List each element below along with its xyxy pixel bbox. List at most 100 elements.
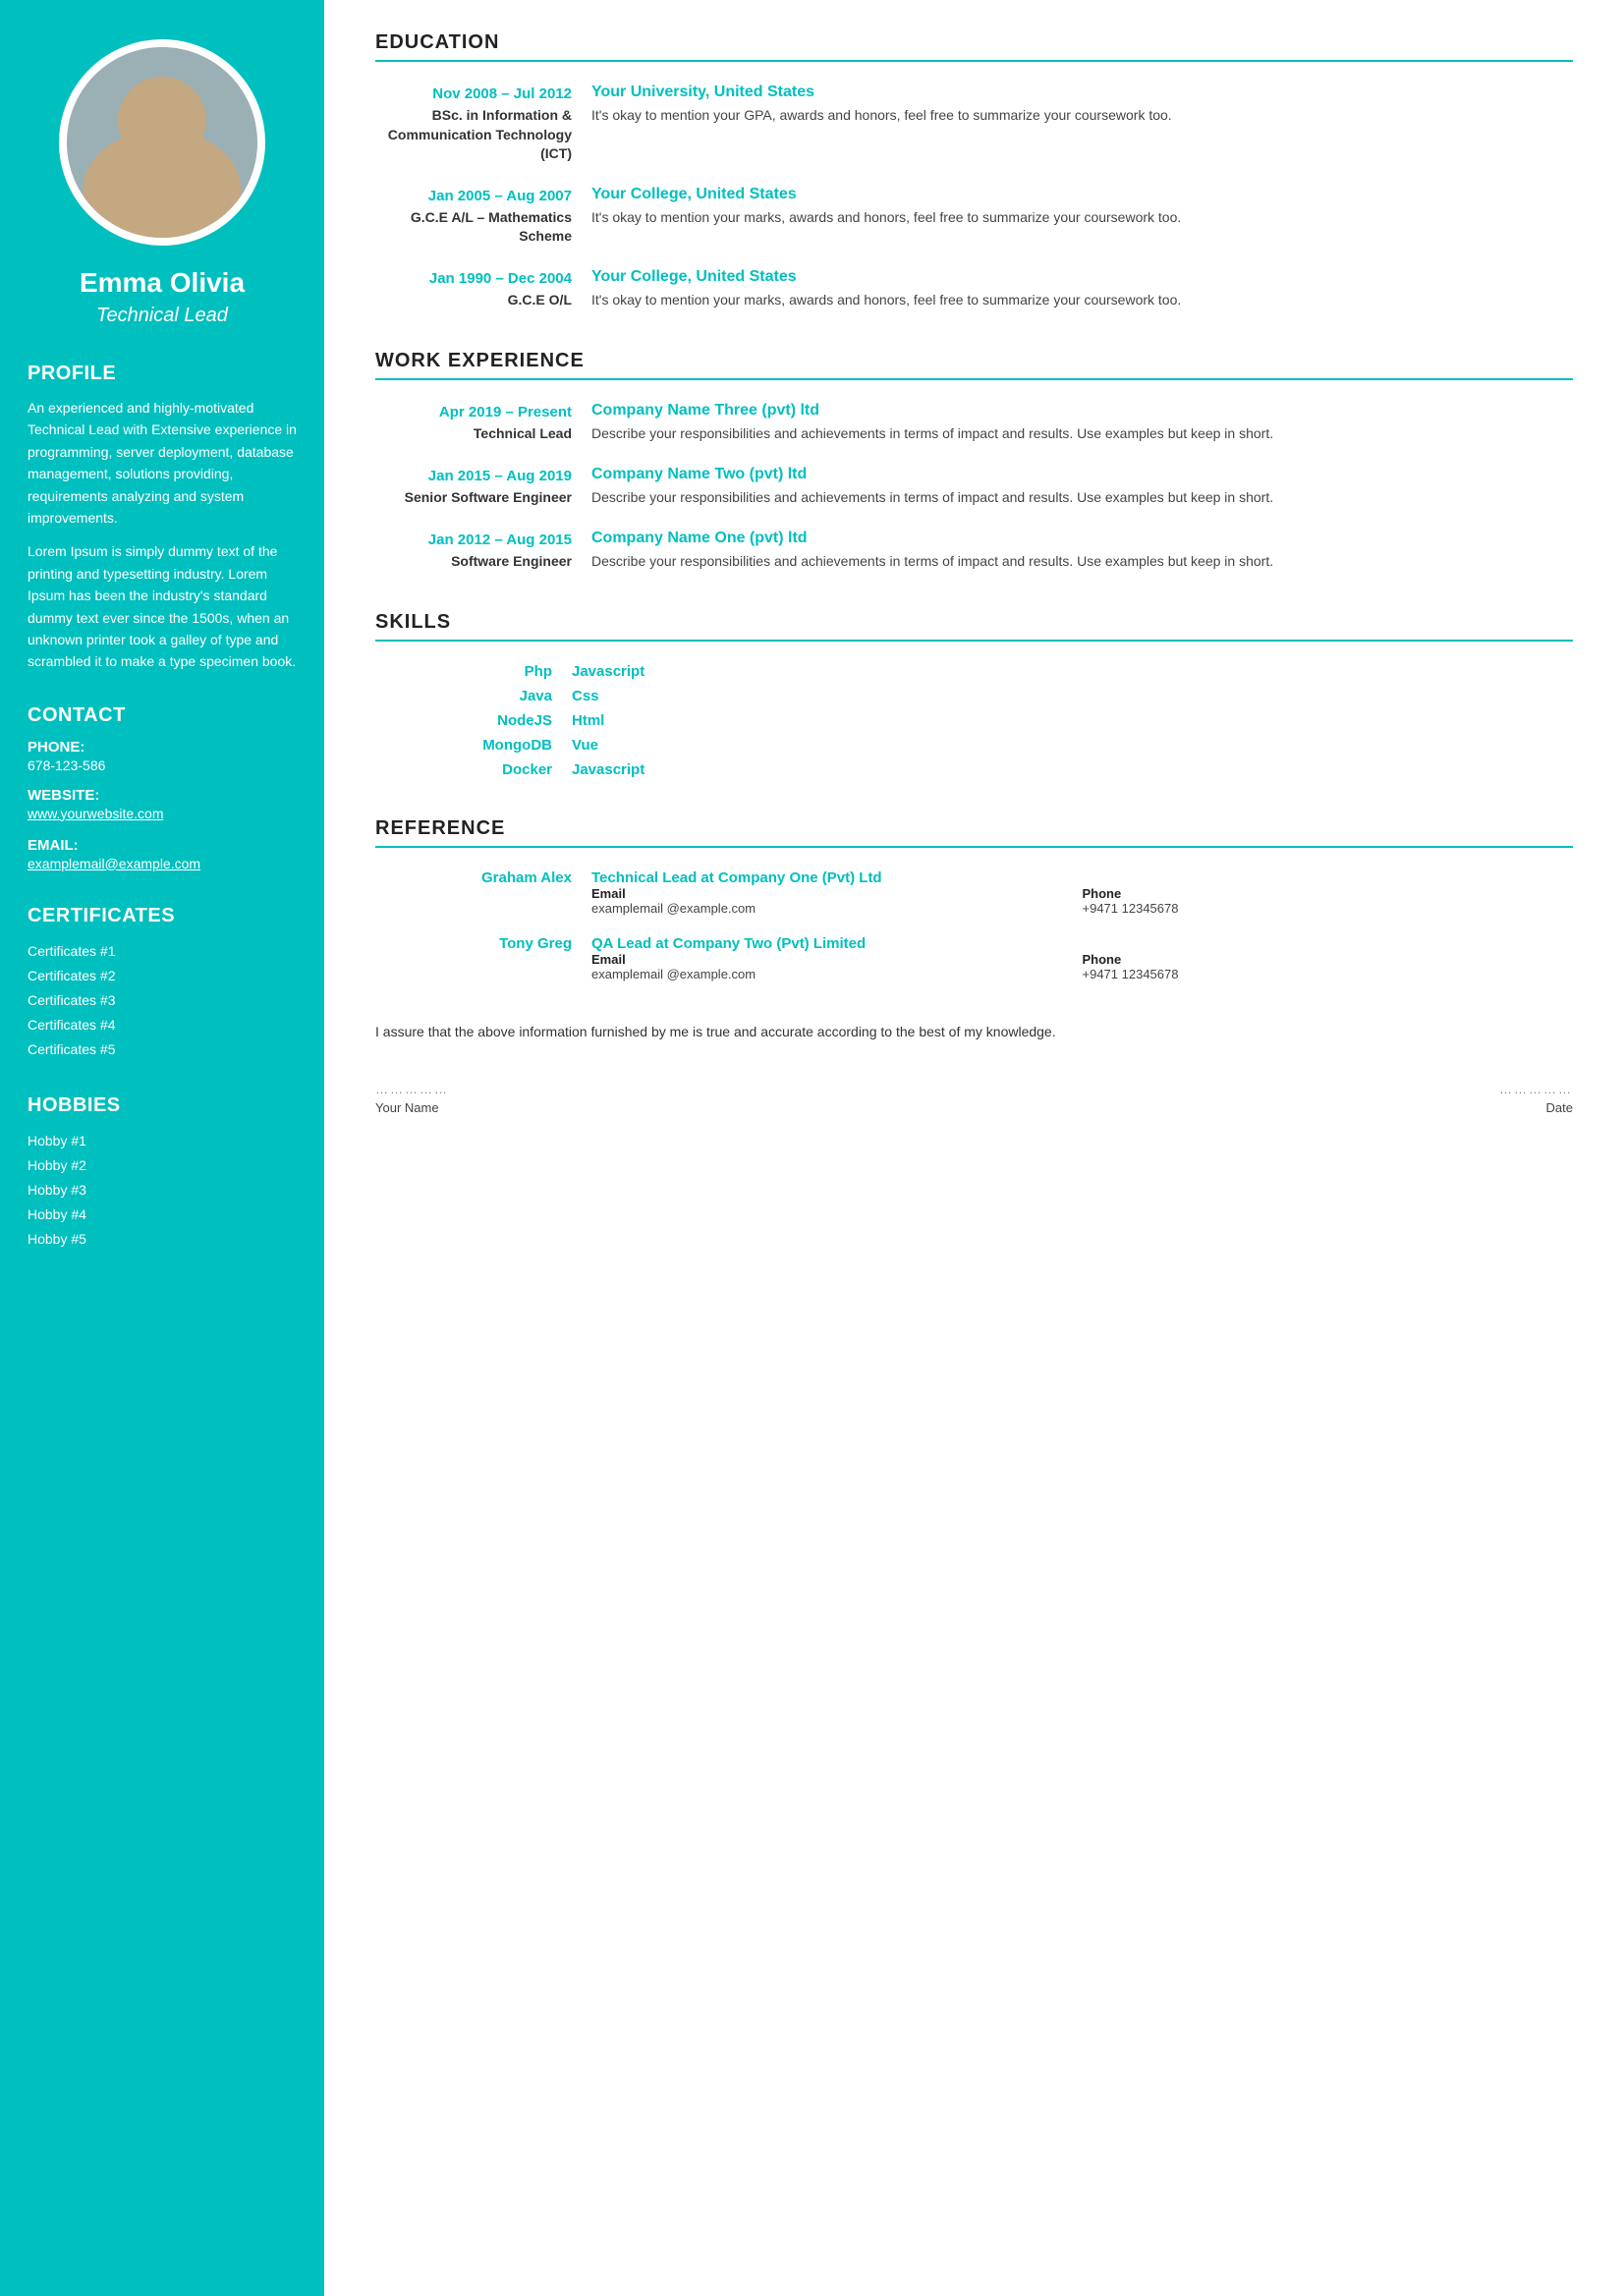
main-content: EDUCATION Nov 2008 – Jul 2012 BSc. in In… (324, 0, 1624, 2296)
contact-section: CONTACT PHONE: 678-123-586 WEBSITE: www.… (28, 704, 297, 873)
skill-right: Javascript (572, 761, 1573, 778)
skill-left: Docker (375, 761, 572, 778)
education-entry: Jan 1990 – Dec 2004 G.C.E O/L Your Colle… (375, 268, 1573, 310)
skill-right: Css (572, 688, 1573, 704)
work-section: WORK EXPERIENCE Apr 2019 – Present Techn… (375, 350, 1573, 572)
edu-description: It's okay to mention your marks, awards … (591, 207, 1573, 228)
hobby-item: Hobby #2 (28, 1153, 297, 1178)
skill-left: Java (375, 688, 572, 704)
work-title: WORK EXPERIENCE (375, 350, 1573, 380)
education-section: EDUCATION Nov 2008 – Jul 2012 BSc. in In… (375, 31, 1573, 310)
sidebar: Emma Olivia Technical Lead PROFILE An ex… (0, 0, 324, 2296)
ref-phone-label: Phone (1083, 886, 1574, 901)
work-entry: Apr 2019 – Present Technical Lead Compan… (375, 402, 1573, 444)
edu-institution: Your University, United States (591, 84, 1573, 101)
work-date: Apr 2019 – Present (375, 402, 572, 420)
hobby-item: Hobby #3 (28, 1178, 297, 1203)
ref-title: Technical Lead at Company One (Pvt) Ltd (591, 869, 1573, 886)
certificate-item: Certificates #4 (28, 1013, 297, 1037)
work-entry: Jan 2015 – Aug 2019 Senior Software Engi… (375, 466, 1573, 508)
reference-title: REFERENCE (375, 817, 1573, 848)
education-entry: Jan 2005 – Aug 2007 G.C.E A/L – Mathemat… (375, 186, 1573, 247)
person-name: Emma Olivia (80, 267, 245, 299)
education-entry: Nov 2008 – Jul 2012 BSc. in Information … (375, 84, 1573, 164)
person-title: Technical Lead (96, 305, 228, 327)
skills-grid: PhpJavascriptJavaCssNodeJSHtmlMongoDBVue… (375, 663, 1573, 778)
skill-left: NodeJS (375, 712, 572, 729)
profile-title: PROFILE (28, 363, 297, 385)
certificate-item: Certificates #1 (28, 939, 297, 964)
skill-right: Vue (572, 737, 1573, 754)
email-link[interactable]: examplemail@example.com (28, 856, 200, 871)
hobby-item: Hobby #1 (28, 1129, 297, 1153)
certificate-item: Certificates #3 (28, 988, 297, 1013)
work-company: Company Name One (pvt) ltd (591, 530, 1573, 547)
contact-title: CONTACT (28, 704, 297, 727)
hobbies-title: HOBBIES (28, 1094, 297, 1117)
reference-entry: Graham Alex Technical Lead at Company On… (375, 869, 1573, 916)
ref-phone: +9471 12345678 (1083, 967, 1574, 981)
hobbies-section: HOBBIES Hobby #1Hobby #2Hobby #3Hobby #4… (28, 1094, 297, 1253)
skills-section: SKILLS PhpJavascriptJavaCssNodeJSHtmlMon… (375, 611, 1573, 778)
ref-phone-label: Phone (1083, 952, 1574, 967)
date-dots: …………… (1499, 1082, 1573, 1096)
work-company: Company Name Three (pvt) ltd (591, 402, 1573, 420)
date-label: Date (1546, 1100, 1573, 1115)
work-description: Describe your responsibilities and achie… (591, 423, 1573, 444)
ref-email: examplemail @example.com (591, 967, 1083, 981)
skill-left: MongoDB (375, 737, 572, 754)
work-role: Technical Lead (375, 424, 572, 444)
email-label: EMAIL: (28, 837, 297, 854)
ref-name: Tony Greg (375, 935, 572, 952)
edu-degree: G.C.E O/L (375, 291, 572, 310)
work-company: Company Name Two (pvt) ltd (591, 466, 1573, 483)
certificates-list: Certificates #1Certificates #2Certificat… (28, 939, 297, 1063)
skill-right: Html (572, 712, 1573, 729)
skill-right: Javascript (572, 663, 1573, 680)
work-role: Senior Software Engineer (375, 488, 572, 508)
skills-title: SKILLS (375, 611, 1573, 642)
edu-degree: G.C.E A/L – Mathematics Scheme (375, 208, 572, 247)
profile-text-2: Lorem Ipsum is simply dummy text of the … (28, 540, 297, 672)
your-name-dots: …………… (375, 1082, 449, 1096)
avatar (59, 39, 265, 246)
edu-date: Jan 2005 – Aug 2007 (375, 186, 572, 204)
ref-email-label: Email (591, 886, 1083, 901)
declaration-section: I assure that the above information furn… (375, 1021, 1573, 1115)
hobbies-list: Hobby #1Hobby #2Hobby #3Hobby #4Hobby #5 (28, 1129, 297, 1253)
reference-entries: Graham Alex Technical Lead at Company On… (375, 869, 1573, 981)
phone-value: 678-123-586 (28, 757, 297, 773)
work-date: Jan 2015 – Aug 2019 (375, 466, 572, 484)
edu-description: It's okay to mention your GPA, awards an… (591, 105, 1573, 126)
skill-left: Php (375, 663, 572, 680)
work-entries: Apr 2019 – Present Technical Lead Compan… (375, 402, 1573, 572)
profile-text-1: An experienced and highly-motivated Tech… (28, 397, 297, 529)
certificate-item: Certificates #5 (28, 1037, 297, 1062)
your-name-label: Your Name (375, 1100, 439, 1115)
ref-title: QA Lead at Company Two (Pvt) Limited (591, 935, 1573, 952)
ref-email: examplemail @example.com (591, 901, 1083, 916)
edu-institution: Your College, United States (591, 186, 1573, 203)
education-title: EDUCATION (375, 31, 1573, 62)
certificates-title: CERTIFICATES (28, 905, 297, 927)
website-link[interactable]: www.yourwebsite.com (28, 806, 164, 821)
work-description: Describe your responsibilities and achie… (591, 487, 1573, 508)
edu-date: Jan 1990 – Dec 2004 (375, 268, 572, 287)
edu-date: Nov 2008 – Jul 2012 (375, 84, 572, 102)
ref-phone: +9471 12345678 (1083, 901, 1574, 916)
edu-description: It's okay to mention your marks, awards … (591, 290, 1573, 310)
work-date: Jan 2012 – Aug 2015 (375, 530, 572, 548)
phone-label: PHONE: (28, 739, 297, 756)
ref-email-label: Email (591, 952, 1083, 967)
certificates-section: CERTIFICATES Certificates #1Certificates… (28, 905, 297, 1063)
edu-institution: Your College, United States (591, 268, 1573, 286)
profile-section: PROFILE An experienced and highly-motiva… (28, 363, 297, 673)
work-entry: Jan 2012 – Aug 2015 Software Engineer Co… (375, 530, 1573, 572)
certificate-item: Certificates #2 (28, 964, 297, 988)
education-entries: Nov 2008 – Jul 2012 BSc. in Information … (375, 84, 1573, 310)
reference-section: REFERENCE Graham Alex Technical Lead at … (375, 817, 1573, 981)
work-role: Software Engineer (375, 552, 572, 572)
hobby-item: Hobby #4 (28, 1203, 297, 1227)
hobby-item: Hobby #5 (28, 1227, 297, 1252)
declaration-text: I assure that the above information furn… (375, 1021, 1573, 1042)
